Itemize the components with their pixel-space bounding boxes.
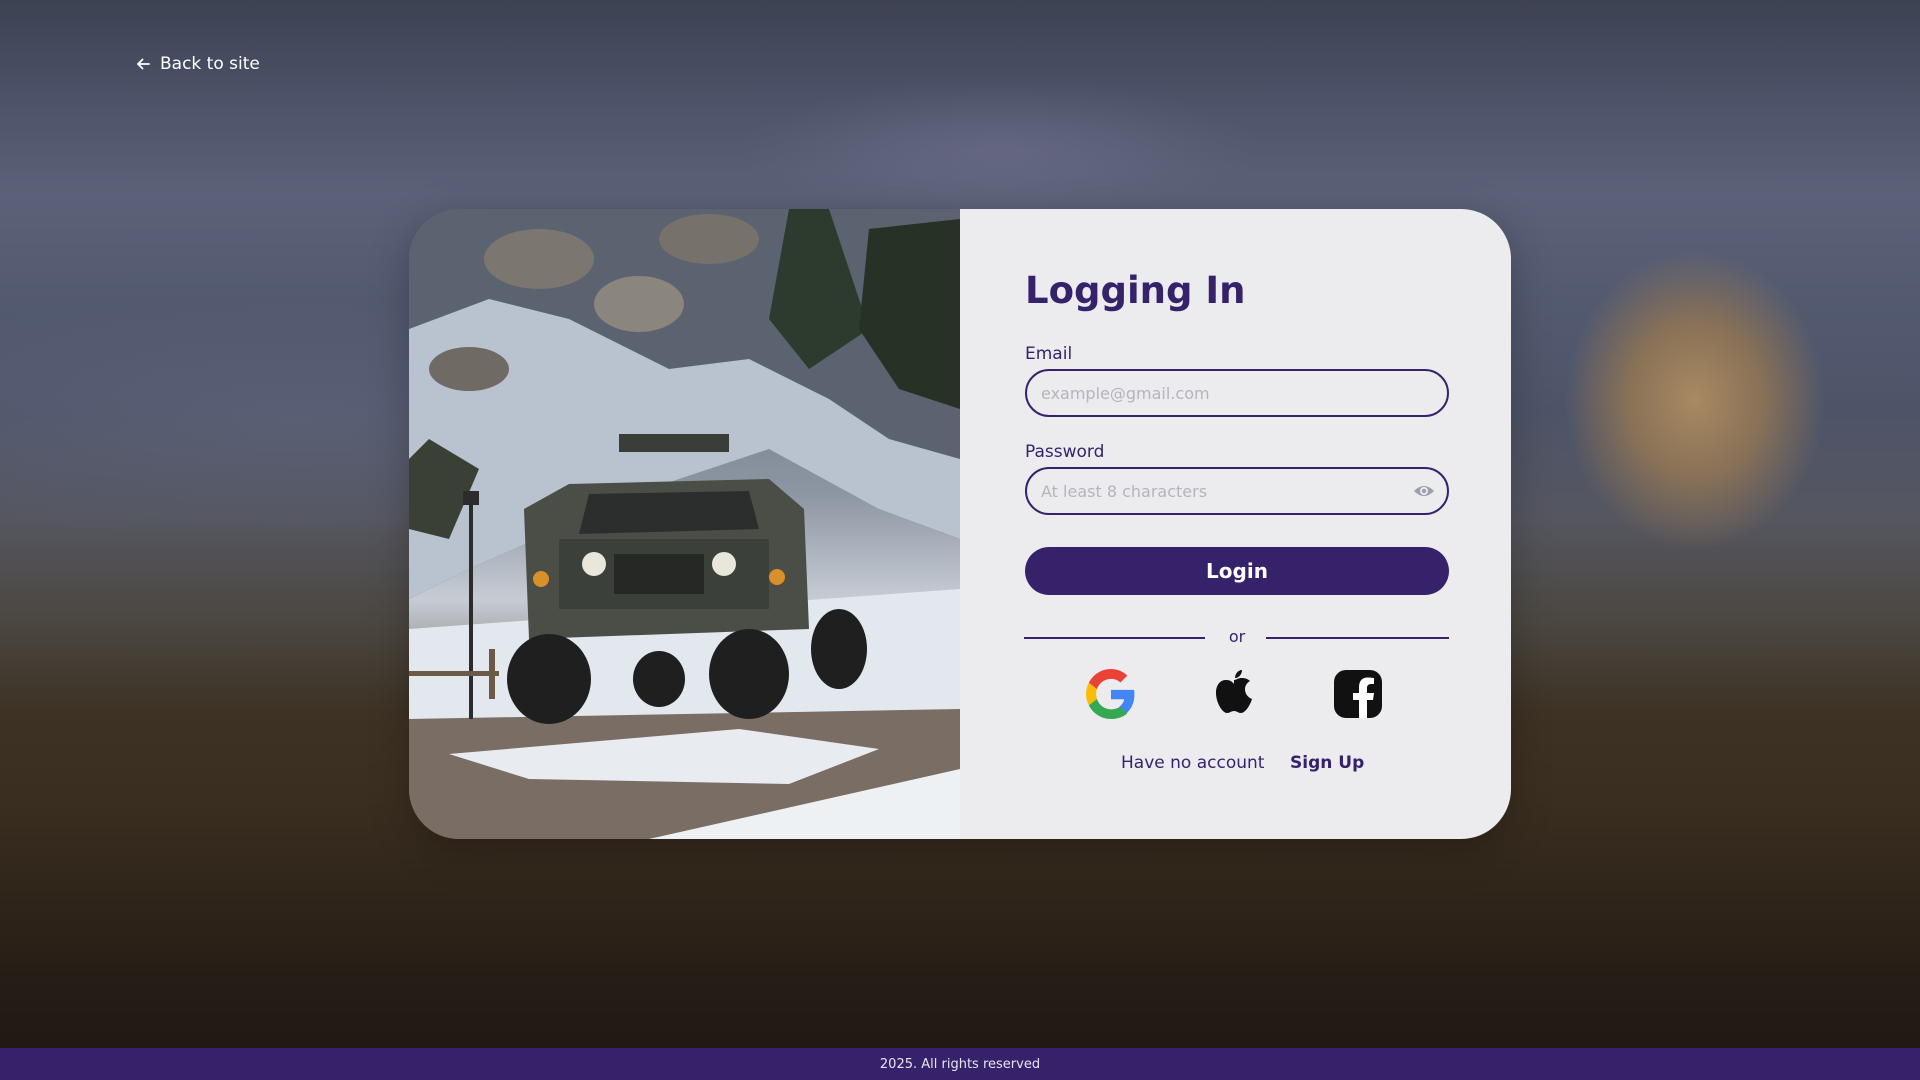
footer: 2025. All rights reserved	[0, 1048, 1920, 1080]
password-field[interactable]	[1027, 481, 1447, 501]
email-field-wrapper	[1025, 369, 1449, 417]
arrow-left-icon	[136, 57, 150, 71]
password-label: Password	[1025, 442, 1105, 462]
page-title: Logging In	[1025, 269, 1246, 312]
divider-or-text: or	[1228, 627, 1246, 646]
back-to-site-label: Back to site	[160, 54, 260, 74]
no-account-text: Have no account	[1121, 753, 1265, 773]
divider-line-right	[1266, 637, 1449, 639]
password-field-wrapper	[1025, 467, 1449, 515]
email-label: Email	[1025, 344, 1073, 364]
back-to-site-link[interactable]: Back to site	[136, 52, 260, 76]
vehicle-photo	[409, 209, 960, 839]
divider-line-left	[1024, 637, 1205, 639]
login-form-panel: Logging In Email Password Login or	[960, 209, 1511, 839]
apple-icon[interactable]	[1209, 669, 1259, 719]
google-icon[interactable]	[1086, 669, 1136, 719]
footer-copyright: 2025. All rights reserved	[879, 1056, 1041, 1072]
eye-icon[interactable]	[1413, 481, 1435, 505]
sign-up-link[interactable]: Sign Up	[1290, 753, 1364, 773]
login-button[interactable]: Login	[1025, 547, 1449, 595]
facebook-icon[interactable]	[1333, 669, 1383, 719]
login-card: Logging In Email Password Login or	[409, 209, 1511, 839]
email-field[interactable]	[1027, 383, 1447, 403]
